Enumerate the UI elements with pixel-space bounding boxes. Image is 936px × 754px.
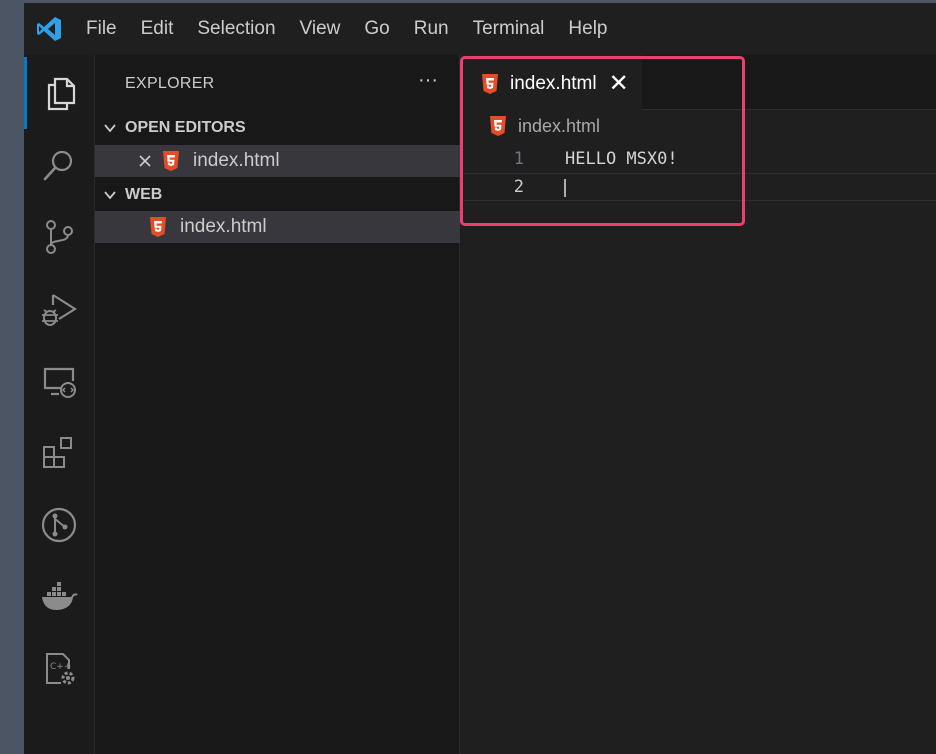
activity-explorer[interactable]: [24, 57, 94, 129]
menu-terminal[interactable]: Terminal: [461, 3, 557, 55]
line-text: HELLO MSX0!: [565, 149, 678, 169]
menu-edit[interactable]: Edit: [129, 3, 186, 55]
tab-index-html[interactable]: index.html ✕: [460, 55, 642, 111]
open-editor-label: index.html: [193, 150, 280, 171]
chevron-down-icon: [95, 121, 125, 135]
activity-docker[interactable]: [24, 561, 94, 633]
chevron-down-icon: [95, 188, 125, 202]
explorer-title: EXPLORER: [125, 75, 215, 92]
activity-extensions[interactable]: [24, 417, 94, 489]
tab-bar: index.html ✕: [460, 55, 936, 111]
line-number: 1: [513, 149, 524, 169]
files-icon: [47, 77, 75, 111]
open-editors-header[interactable]: OPEN EDITORS: [95, 112, 461, 144]
breadcrumb[interactable]: index.html: [488, 115, 600, 137]
activity-cpp-settings[interactable]: C++: [24, 633, 94, 705]
workspace-label: WEB: [125, 186, 163, 203]
menu-help[interactable]: Help: [556, 3, 619, 55]
activity-git-graph[interactable]: [24, 489, 94, 561]
menu-run[interactable]: Run: [402, 3, 461, 55]
svg-text:C++: C++: [50, 662, 71, 672]
close-editor-icon[interactable]: [135, 154, 155, 168]
open-editors-label: OPEN EDITORS: [125, 119, 246, 136]
line-number: 2: [513, 177, 524, 197]
menu-go[interactable]: Go: [352, 3, 401, 55]
explorer-sidebar: EXPLORER ··· OPEN EDITORS index.html WEB: [94, 55, 461, 754]
activity-run-debug[interactable]: [24, 273, 94, 345]
explorer-more-actions-icon[interactable]: ···: [413, 65, 443, 95]
run-debug-icon: [42, 294, 78, 326]
file-tree-label: index.html: [180, 216, 267, 237]
tab-label: index.html: [510, 72, 597, 94]
remote-explorer-icon: [43, 367, 76, 398]
menu-view[interactable]: View: [288, 3, 353, 55]
html5-icon: [148, 216, 168, 238]
open-editor-item[interactable]: index.html: [95, 145, 461, 177]
git-graph-icon: [41, 507, 77, 543]
workspace-header-web[interactable]: WEB: [95, 179, 461, 211]
text-cursor: [564, 179, 566, 197]
cpp-settings-icon: C++: [46, 653, 75, 685]
html5-icon: [488, 115, 508, 137]
html5-icon: [480, 73, 500, 95]
title-bar: File Edit Selection View Go Run Terminal…: [24, 3, 936, 55]
menu-selection[interactable]: Selection: [185, 3, 287, 55]
activity-search[interactable]: [24, 129, 94, 201]
file-tree-item[interactable]: index.html: [95, 211, 461, 243]
docker-icon: [42, 582, 78, 610]
html5-icon: [161, 150, 181, 172]
search-icon: [43, 150, 73, 181]
extensions-icon: [43, 437, 72, 468]
vscode-logo-icon: [24, 3, 74, 55]
code-line[interactable]: 1 HELLO MSX0!: [460, 145, 936, 173]
menu-file[interactable]: File: [74, 3, 129, 55]
activity-source-control[interactable]: [24, 201, 94, 273]
source-control-icon: [46, 220, 73, 254]
close-tab-icon[interactable]: ✕: [609, 71, 629, 96]
editor-area: index.html ✕ index.html 1 HELLO MSX0! 2: [460, 55, 936, 754]
code-line-current[interactable]: 2: [460, 173, 936, 201]
activity-remote-explorer[interactable]: [24, 345, 94, 417]
activity-bar: C++: [24, 55, 94, 754]
breadcrumb-file: index.html: [518, 115, 601, 136]
vscode-window: File Edit Selection View Go Run Terminal…: [24, 3, 936, 754]
